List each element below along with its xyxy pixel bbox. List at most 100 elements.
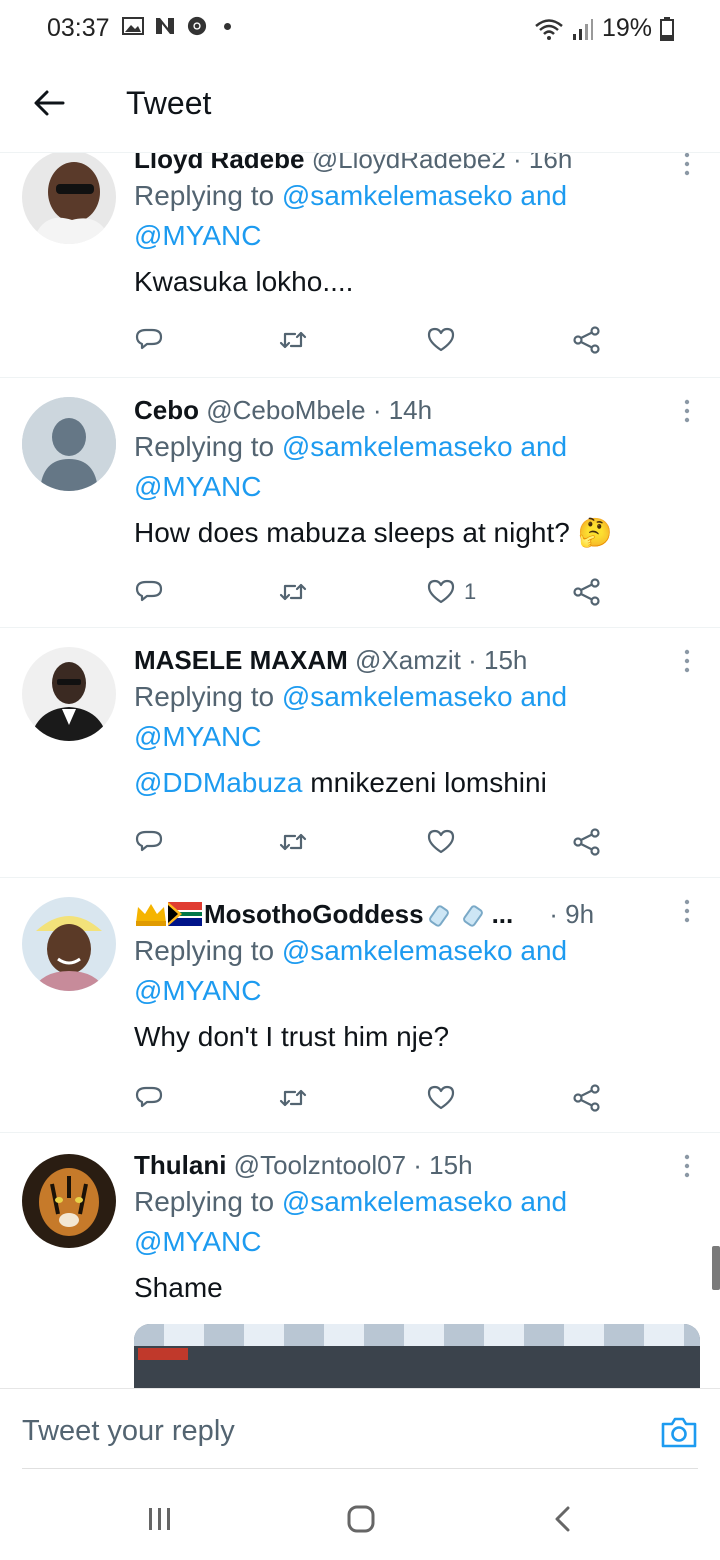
replying-label: Replying to [134,935,275,966]
share-button[interactable] [572,325,602,355]
tweet-actions: 1 [134,577,604,617]
tweet-time: · 16h [513,150,573,174]
replying-to: Replying to @samkelemaseko and @MYANC [134,176,660,256]
more-vert-icon[interactable] [684,399,690,423]
mention-link[interactable]: @samkelemaseko [282,935,513,966]
reply-icon [135,830,163,852]
south-africa-flag-icon [168,902,202,926]
reply-button[interactable] [134,827,164,857]
home-icon[interactable] [346,1504,376,1534]
reply-icon [135,580,163,602]
replying-to: Replying to @samkelemaseko and @MYANC [134,427,660,507]
tweet-item[interactable]: Lloyd Radebe @LloydRadebe2 · 16h Replyin… [0,150,720,378]
mention-link[interactable]: @samkelemaseko [282,1186,513,1217]
mention-link[interactable]: @MYANC [134,471,261,502]
divider [22,1468,698,1469]
tweet-item[interactable]: MASELE MAXAM @Xamzit · 15h Replying to @… [0,627,720,878]
avatar[interactable] [22,150,116,244]
tweet-actions [134,325,604,365]
mention-link[interactable]: @MYANC [134,721,261,752]
share-button[interactable] [572,827,602,857]
and-others-link[interactable]: and [520,681,567,712]
reply-button[interactable] [134,1083,164,1113]
replying-to: Replying to @samkelemaseko and @MYANC [134,677,660,757]
mention-link[interactable]: @samkelemaseko [282,681,513,712]
share-button[interactable] [572,1083,602,1113]
retweet-icon [279,583,307,601]
status-bar: 03:37 19% [0,0,720,60]
gallery-icon [122,17,144,35]
author-handle[interactable]: @Xamzit [355,645,461,675]
like-button[interactable] [426,325,464,355]
reply-icon [135,328,163,350]
reply-input[interactable]: Tweet your reply [22,1415,235,1448]
and-others-link[interactable]: and [520,1186,567,1217]
mention-link[interactable]: @MYANC [134,1226,261,1257]
author-name[interactable]: Lloyd Radebe [134,150,304,174]
like-button[interactable] [426,1083,464,1113]
author-name[interactable]: Thulani [134,1150,226,1180]
scrollbar-thumb[interactable] [712,1246,720,1290]
tweet-item[interactable]: Thulani @Toolzntool07 · 15h Replying to … [0,1132,720,1388]
avatar[interactable] [22,1154,116,1248]
retweet-button[interactable] [278,1083,308,1113]
battery-icon [660,16,674,41]
author-handle[interactable]: @Toolzntool07 [234,1150,406,1180]
mention-link[interactable]: @samkelemaseko [282,180,513,211]
page-title: Tweet [126,85,212,121]
avatar[interactable] [22,897,116,991]
more-vert-icon[interactable] [684,1154,690,1178]
tweet-media[interactable] [134,1324,700,1388]
author-name[interactable]: MosothoGoddess [204,897,424,931]
mention-link[interactable]: @DDMabuza [134,767,302,798]
tweet-time: · 15h [468,645,528,675]
more-vert-icon[interactable] [684,649,690,673]
signal-icon [572,18,593,40]
retweet-button[interactable] [278,325,308,355]
retweet-icon [279,833,307,851]
status-right: 19% [534,14,674,43]
more-vert-icon[interactable] [684,152,690,176]
author-name[interactable]: MASELE MAXAM [134,645,348,675]
avatar[interactable] [22,647,116,741]
mention-link[interactable]: @MYANC [134,975,261,1006]
reply-button[interactable] [134,325,164,355]
and-others-link[interactable]: and [520,180,567,211]
notification-dot-icon [224,22,231,30]
retweet-button[interactable] [278,577,308,607]
like-icon [427,327,455,352]
nav-back-icon[interactable] [548,1504,578,1534]
retweet-button[interactable] [278,827,308,857]
tweet-item[interactable]: MosothoGoddess ... · 9h Replying to @sam… [0,877,720,1133]
replying-to: Replying to @samkelemaseko and @MYANC [134,931,660,1011]
author-handle[interactable]: @LloydRadebe2 [312,150,506,174]
like-button[interactable]: 1 [426,577,476,607]
recent-apps-icon[interactable] [145,1504,175,1534]
avatar[interactable] [22,397,116,491]
reply-button[interactable] [134,577,164,607]
more-vert-icon[interactable] [684,899,690,923]
tweet-text-body: mnikezeni lomshini [310,767,547,798]
replying-label: Replying to [134,431,275,462]
author-handle[interactable]: @CeboMbele [206,395,365,425]
like-button[interactable] [426,827,464,857]
replying-label: Replying to [134,681,275,712]
tweet-item[interactable]: Cebo @CeboMbele · 14h Replying to @samke… [0,377,720,628]
share-icon [573,326,600,354]
and-others-link[interactable]: and [520,935,567,966]
mention-link[interactable]: @samkelemaseko [282,431,513,462]
author-name[interactable]: Cebo [134,395,199,425]
and-others-link[interactable]: and [520,431,567,462]
baby-bottle-icon [428,905,449,927]
status-time: 03:37 [47,14,110,42]
retweet-icon [279,1089,307,1107]
share-icon [573,1084,600,1112]
replies-feed[interactable]: Lloyd Radebe @LloydRadebe2 · 16h Replyin… [0,150,720,1388]
tweet-time: · 9h [549,899,595,929]
camera-icon[interactable] [660,1413,698,1451]
mention-link[interactable]: @MYANC [134,220,261,251]
back-arrow-icon[interactable] [32,86,66,120]
tweet-actions [134,1083,604,1123]
share-button[interactable] [572,577,602,607]
battery-percent: 19% [601,14,652,42]
